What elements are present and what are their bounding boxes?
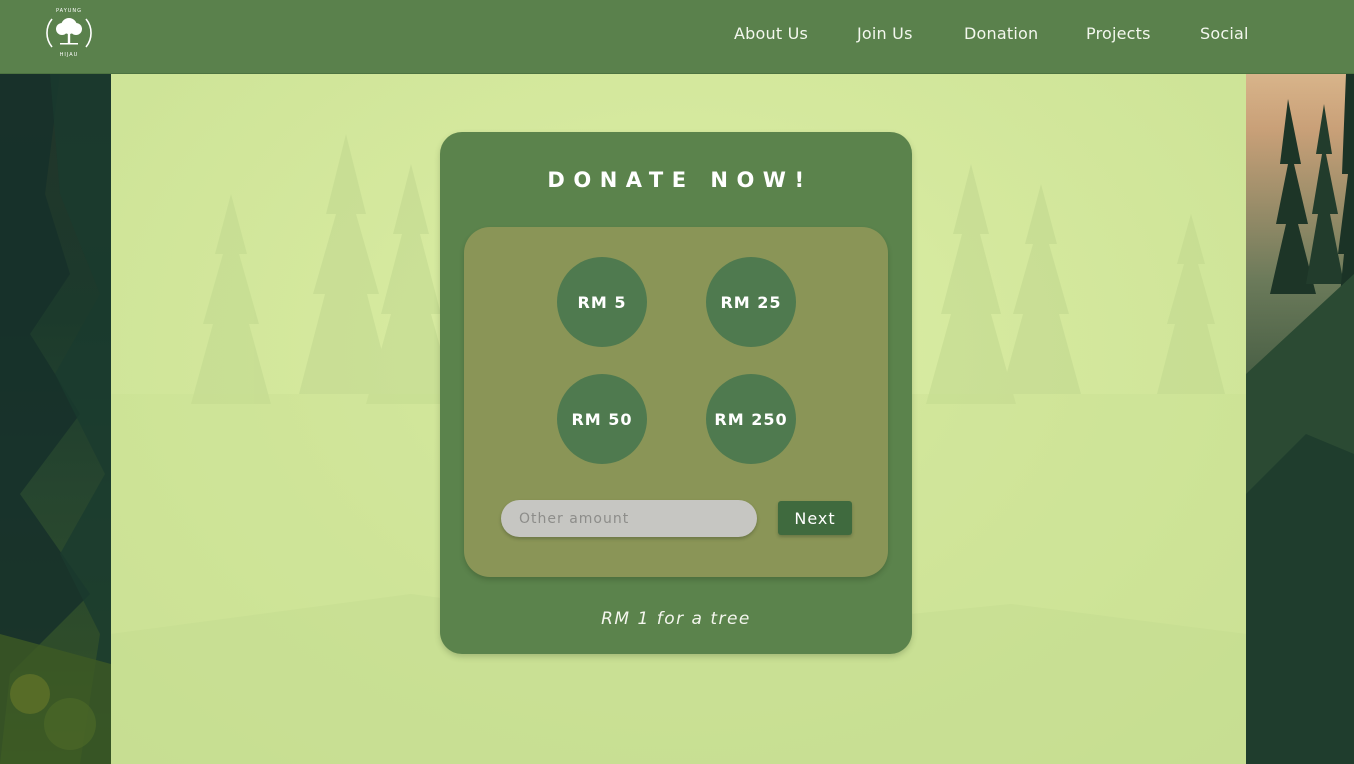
svg-text:HIJAU: HIJAU xyxy=(60,52,79,58)
forest-background-right xyxy=(1246,74,1354,764)
tree-price-tagline: RM 1 for a tree xyxy=(601,609,751,629)
nav-social[interactable]: Social xyxy=(1200,24,1249,43)
tree-logo-icon[interactable]: PAYUNG HIJAU xyxy=(42,5,96,59)
nav-about-us[interactable]: About Us xyxy=(734,24,808,43)
logo-graphic: PAYUNG HIJAU xyxy=(46,8,92,58)
amount-rm5-button[interactable]: RM 5 xyxy=(557,257,647,347)
forest-trees-right xyxy=(1246,74,1354,764)
amount-selection-panel: RM 5 RM 25 RM 50 RM 250 Next xyxy=(464,227,888,577)
amount-rm25-button[interactable]: RM 25 xyxy=(706,257,796,347)
svg-text:PAYUNG: PAYUNG xyxy=(56,8,82,14)
top-navbar: PAYUNG HIJAU About Us Join Us Donation P… xyxy=(0,0,1354,74)
nav-projects[interactable]: Projects xyxy=(1086,24,1151,43)
nav-donation[interactable]: Donation xyxy=(964,24,1038,43)
next-button[interactable]: Next xyxy=(778,501,852,535)
donate-card: DONATE NOW! RM 5 RM 25 RM 50 RM 250 Next… xyxy=(440,132,912,654)
nav-join-us[interactable]: Join Us xyxy=(857,24,913,43)
amount-rm50-button[interactable]: RM 50 xyxy=(557,374,647,464)
forest-trees-left xyxy=(0,74,111,764)
donate-title: DONATE NOW! xyxy=(547,168,813,192)
amount-rm250-button[interactable]: RM 250 xyxy=(706,374,796,464)
forest-background-left xyxy=(0,74,111,764)
other-amount-input[interactable] xyxy=(501,500,757,537)
